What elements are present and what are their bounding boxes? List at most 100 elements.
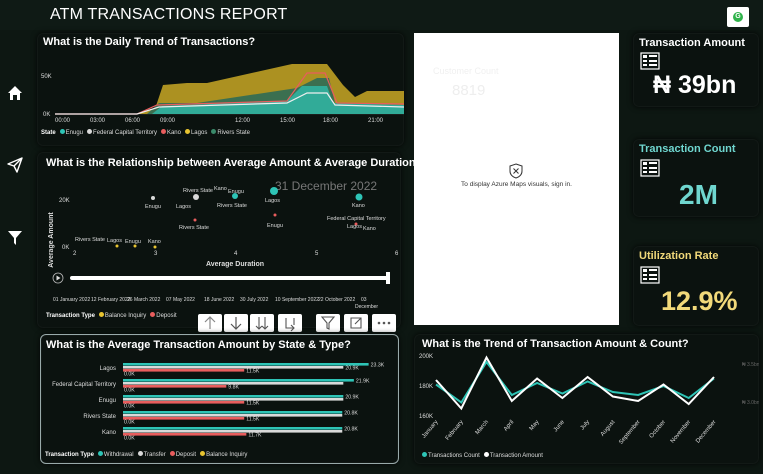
x-tick-label: November xyxy=(670,419,692,444)
series-line-transaction-amount xyxy=(435,355,715,411)
timeline-tick: 18 June 2022 xyxy=(204,297,235,303)
x-tick-label: 3 xyxy=(154,251,158,257)
kpi-value: 2M xyxy=(679,179,718,210)
legend-title: State xyxy=(41,129,56,136)
x-tick-label: April xyxy=(503,419,515,432)
data-label: Rivers State xyxy=(183,188,213,194)
legend-item[interactable]: Withdrawal xyxy=(97,451,134,458)
logo-icon: G xyxy=(733,12,743,22)
legend-item[interactable]: Transaction Amount xyxy=(483,452,543,459)
data-point xyxy=(273,213,277,217)
x-tick-label: March xyxy=(475,419,490,436)
data-label: 11.5K xyxy=(246,401,260,407)
logo-button[interactable]: G xyxy=(727,7,749,27)
y-tick-label: 200K xyxy=(419,354,433,360)
kpi-title: Transaction Amount xyxy=(639,37,745,49)
avg-amount-chart: Lagos 23.3K 20.9K 11.5K 0.0K Federal Capital … xyxy=(52,363,385,442)
drill-up-button[interactable] xyxy=(198,314,222,332)
kpi-transaction-count: Transaction Count 2M xyxy=(633,139,759,217)
bar-withdrawal xyxy=(123,427,343,430)
scatter-panel[interactable]: What is the Relationship between Average… xyxy=(37,152,422,328)
bar-transfer xyxy=(123,414,343,417)
data-point xyxy=(153,245,157,249)
timeline-tick: 12 February 2022 xyxy=(91,297,131,303)
x-tick-label: October xyxy=(649,419,667,439)
legend-item[interactable]: Kano xyxy=(160,129,181,136)
y-tick-label: 50K xyxy=(41,74,52,80)
x-tick-label: May xyxy=(529,419,541,432)
drill-down-icon xyxy=(230,317,242,330)
filter-icon[interactable] xyxy=(6,229,24,247)
bar-withdrawal xyxy=(123,363,369,366)
data-label: Federal Capital Territory xyxy=(327,216,386,222)
category-label: Lagos xyxy=(100,366,116,372)
legend-item[interactable]: Balance Inquiry xyxy=(98,312,146,319)
calculator-icon xyxy=(640,159,660,177)
data-label: 0.0K xyxy=(124,388,135,394)
expand-all-icon xyxy=(255,317,269,330)
bar-withdrawal xyxy=(123,411,343,414)
legend-item[interactable]: Rivers State xyxy=(211,129,250,136)
legend-item[interactable]: Transfer xyxy=(137,451,166,458)
data-point xyxy=(355,193,363,201)
data-label: 23.3K xyxy=(371,363,385,369)
data-label: 11.5K xyxy=(246,417,260,423)
data-label: 0.0K xyxy=(124,404,135,410)
data-label: Kano xyxy=(214,186,227,192)
bar-deposit xyxy=(123,433,247,436)
legend-item[interactable]: Balance Inquiry xyxy=(200,451,247,458)
daily-trend-panel[interactable]: What is the Daily Trend of Transactions?… xyxy=(37,33,404,146)
x-tick-label: 4 xyxy=(234,251,238,257)
bar-transfer xyxy=(123,430,343,433)
calculator-icon xyxy=(640,52,660,70)
focus-mode-icon xyxy=(350,317,362,329)
data-label: Rivers State xyxy=(75,237,105,243)
calculator-icon xyxy=(640,266,660,284)
trend-panel[interactable]: What is the Trend of Transaction Amount … xyxy=(414,334,759,464)
data-label: Enugu xyxy=(145,204,161,210)
timeline-tick: 03 xyxy=(361,297,367,303)
data-label: Rivers State xyxy=(179,225,209,231)
x-tick-label: 5 xyxy=(315,251,319,257)
more-options-button[interactable] xyxy=(372,314,396,332)
bar-withdrawal xyxy=(123,379,354,382)
legend-item[interactable]: Enugu xyxy=(59,129,83,136)
x-tick-label: 09:00 xyxy=(160,118,176,124)
legend-item[interactable]: Deposit xyxy=(150,312,177,319)
customer-count-value: 8819 xyxy=(452,82,486,99)
data-label: 11.7K xyxy=(248,433,262,439)
data-point xyxy=(193,218,197,222)
bar-deposit xyxy=(123,385,227,388)
filter-visual-icon xyxy=(320,316,336,330)
x-tick-label: July xyxy=(580,419,591,431)
data-label: 20.9K xyxy=(345,366,359,372)
x-tick-label: February xyxy=(445,419,465,441)
expand-all-button[interactable] xyxy=(250,314,274,332)
x-tick-label: December xyxy=(695,419,717,444)
legend-item[interactable]: Federal Capital Territory xyxy=(87,129,157,136)
map-panel[interactable]: Customer Count 8819 To display Azure Map… xyxy=(414,33,619,325)
timeline-tick: 22 October 2022 xyxy=(318,297,355,303)
legend-item[interactable]: Deposit xyxy=(169,451,196,458)
page-title: ATM TRANSACTIONS REPORT xyxy=(50,6,288,23)
scatter-legend: Transaction Type Balance Inquiry Deposit xyxy=(46,312,177,319)
data-label: 0.0K xyxy=(124,420,135,426)
home-icon[interactable] xyxy=(6,84,24,102)
expand-next-button[interactable] xyxy=(278,314,302,332)
x-tick-label: 18:00 xyxy=(323,118,339,124)
series-line-transactions-count xyxy=(435,360,715,404)
data-label: Rivers State xyxy=(217,203,247,209)
timeline-tick: 10 September 2022 xyxy=(275,297,319,303)
filter-visual-button[interactable] xyxy=(316,314,340,332)
category-label: Kano xyxy=(102,430,117,436)
data-label: Kano xyxy=(363,226,376,232)
kpi-title: Transaction Count xyxy=(639,143,736,155)
legend-item[interactable]: Transactions Count xyxy=(422,452,480,459)
y-axis-label: Average Amount xyxy=(48,212,55,268)
data-label: 20.8K xyxy=(344,411,358,417)
drill-down-button[interactable] xyxy=(224,314,248,332)
focus-mode-button[interactable] xyxy=(344,314,368,332)
legend-item[interactable]: Lagos xyxy=(184,129,207,136)
avg-amount-panel[interactable]: What is the Average Transaction Amount b… xyxy=(40,334,399,464)
send-icon[interactable] xyxy=(6,156,24,174)
